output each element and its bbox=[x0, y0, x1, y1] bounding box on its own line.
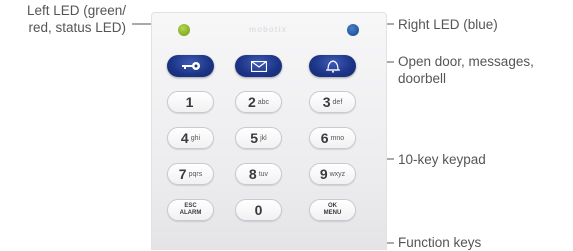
key-digit: 4 bbox=[180, 130, 189, 146]
key-letters: mno bbox=[330, 134, 345, 142]
brand-logo: mobotix bbox=[249, 25, 288, 34]
callout-left-led-line2: red, status LED) bbox=[28, 20, 126, 35]
callout-function-top-line1: Open door, messages, bbox=[398, 54, 534, 69]
ok-text: OK bbox=[327, 203, 337, 209]
key-letters: wxyz bbox=[329, 170, 346, 178]
key-5[interactable]: 5 jkl bbox=[235, 127, 282, 149]
right-led bbox=[347, 24, 359, 36]
callout-function-top-line2: doorbell bbox=[398, 71, 447, 86]
key-letters: def bbox=[332, 98, 343, 106]
key-digit: 3 bbox=[322, 94, 331, 110]
key-digit: 0 bbox=[254, 202, 263, 218]
callout-function-top: Open door, messages, doorbell bbox=[398, 53, 534, 87]
key-letters: jkl bbox=[260, 134, 267, 142]
key-9[interactable]: 9 wxyz bbox=[309, 163, 356, 185]
bell-icon bbox=[325, 59, 341, 73]
envelope-icon bbox=[250, 60, 267, 72]
key-digit: 6 bbox=[320, 130, 329, 146]
key-letters: tuv bbox=[258, 170, 269, 178]
callout-function-keys: Function keys bbox=[398, 235, 482, 250]
ok-menu-label: OK MENU bbox=[324, 203, 342, 217]
left-led bbox=[178, 24, 190, 36]
alarm-text: ALARM bbox=[179, 210, 202, 216]
keypad-panel: mobotix 1 2 abc 3 def 4 ghi 5 jkl 6 mno … bbox=[151, 12, 387, 250]
esc-alarm-label: ESC ALARM bbox=[180, 203, 202, 217]
key-4[interactable]: 4 ghi bbox=[167, 127, 214, 149]
key-digit: 8 bbox=[248, 166, 257, 182]
open-door-button[interactable] bbox=[167, 55, 214, 77]
callout-left-led: Left LED (green/ red, status LED) bbox=[27, 2, 126, 36]
key-letters: pqrs bbox=[188, 170, 203, 178]
ok-menu-button[interactable]: OK MENU bbox=[309, 199, 356, 221]
esc-alarm-button[interactable]: ESC ALARM bbox=[167, 199, 214, 221]
key-6[interactable]: 6 mno bbox=[309, 127, 356, 149]
callout-right-led: Right LED (blue) bbox=[398, 17, 498, 32]
key-digit: 7 bbox=[178, 166, 187, 182]
key-digit: 2 bbox=[247, 94, 256, 110]
esc-text: ESC bbox=[184, 203, 197, 209]
key-icon bbox=[180, 61, 202, 71]
key-digit: 9 bbox=[319, 166, 328, 182]
key-2[interactable]: 2 abc bbox=[235, 91, 282, 113]
key-1[interactable]: 1 bbox=[167, 91, 214, 113]
callout-keypad: 10-key keypad bbox=[398, 152, 486, 167]
key-7[interactable]: 7 pqrs bbox=[167, 163, 214, 185]
key-8[interactable]: 8 tuv bbox=[235, 163, 282, 185]
key-digit: 1 bbox=[185, 94, 194, 110]
key-letters: abc bbox=[257, 98, 270, 106]
menu-text: MENU bbox=[323, 210, 342, 216]
key-3[interactable]: 3 def bbox=[309, 91, 356, 113]
key-0[interactable]: 0 bbox=[235, 199, 282, 221]
key-digit: 5 bbox=[250, 130, 259, 146]
messages-button[interactable] bbox=[235, 55, 282, 77]
callout-left-led-line1: Left LED (green/ bbox=[26, 3, 126, 18]
doorbell-button[interactable] bbox=[309, 55, 356, 77]
key-letters: ghi bbox=[190, 134, 201, 142]
